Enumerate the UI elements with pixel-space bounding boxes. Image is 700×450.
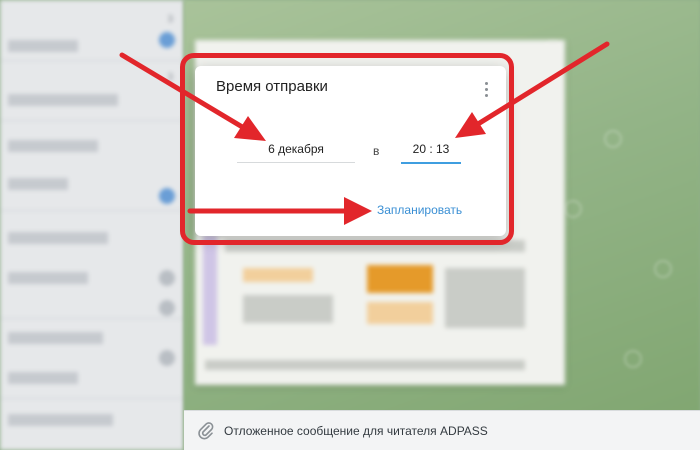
chat-badge (159, 32, 175, 48)
preview-block (243, 268, 313, 282)
chat-badge (159, 270, 175, 286)
menu-dot (485, 94, 488, 97)
chat-title-placeholder (8, 272, 88, 284)
date-input[interactable]: 6 декабря (237, 138, 355, 163)
preview-block (367, 302, 433, 324)
chat-row-divider (0, 120, 183, 121)
chat-row-divider (0, 318, 183, 319)
chat-unread-count: 3 (167, 72, 173, 83)
chat-unread-count: 3 (167, 14, 173, 25)
time-input[interactable]: 20 : 13 (401, 138, 461, 164)
chat-row-divider (0, 398, 183, 399)
chat-title-placeholder (8, 372, 78, 384)
paperclip-icon[interactable] (196, 421, 216, 441)
wallpaper-doodle (604, 130, 622, 148)
compose-input-text[interactable]: Отложенное сообщение для читателя ADPASS (224, 424, 488, 438)
chat-title-placeholder (8, 332, 103, 344)
wallpaper-doodle (654, 260, 672, 278)
chat-title-placeholder (8, 232, 108, 244)
chat-title-placeholder (8, 178, 68, 190)
screenshot: 3 3 Отложенное сообщение для читателя AD… (0, 0, 700, 450)
preview-block (367, 265, 433, 293)
wallpaper-doodle (564, 200, 582, 218)
date-time-connector: в (373, 144, 380, 158)
menu-dot (485, 82, 488, 85)
preview-block (225, 240, 525, 252)
schedule-dialog: Время отправки 6 декабря в 20 : 13 Запла… (195, 66, 506, 236)
chat-title-placeholder (8, 94, 118, 106)
chat-title-placeholder (8, 140, 98, 152)
preview-block (445, 268, 525, 328)
preview-block (243, 295, 333, 323)
preview-block (205, 360, 525, 370)
chat-badge (159, 300, 175, 316)
chat-title-placeholder (8, 40, 78, 52)
wallpaper-doodle (624, 350, 642, 368)
chat-list-sidebar: 3 3 (0, 0, 184, 450)
kebab-menu-icon[interactable] (482, 80, 492, 100)
dialog-title: Время отправки (216, 78, 328, 95)
chat-title-placeholder (8, 414, 113, 426)
preview-block (203, 235, 217, 345)
chat-row-divider (0, 60, 183, 61)
chat-badge (159, 188, 175, 204)
chat-badge (159, 350, 175, 366)
chat-row-divider (0, 210, 183, 211)
schedule-button[interactable]: Запланировать (371, 199, 468, 221)
menu-dot (485, 88, 488, 91)
compose-bar: Отложенное сообщение для читателя ADPASS (184, 410, 700, 450)
